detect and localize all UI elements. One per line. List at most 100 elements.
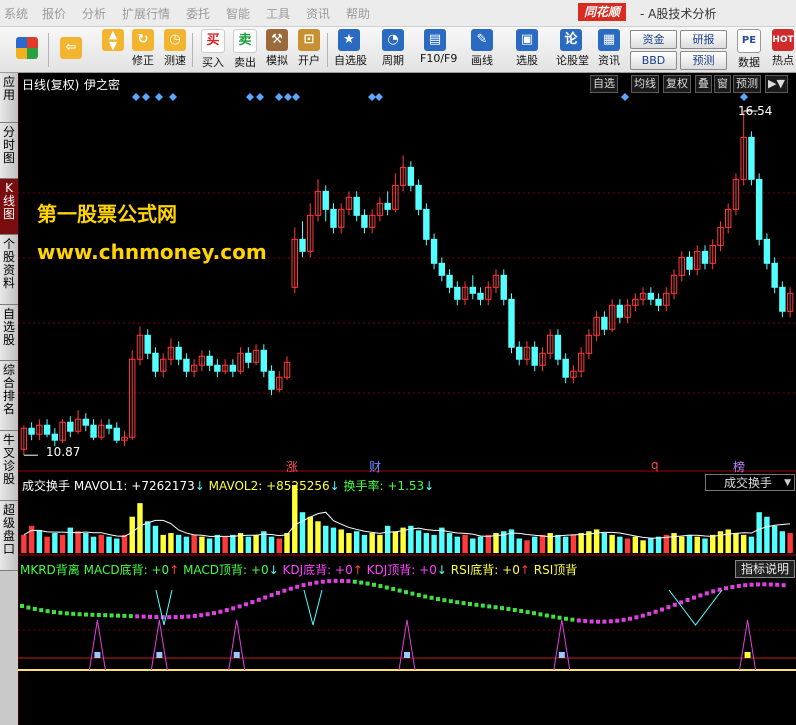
side-tab-diagnosis[interactable]: 牛叉诊股 [0, 431, 18, 501]
menu-help[interactable]: 帮助 [346, 5, 370, 22]
candle-body [438, 262, 446, 276]
oscillator-dot [308, 581, 312, 586]
watchlist-button[interactable]: ★ 自选股 [334, 29, 367, 69]
signal-diamond [246, 93, 254, 101]
data-button[interactable]: PE 数据 [734, 29, 764, 69]
volume-bar [632, 536, 639, 553]
moving-average-button[interactable]: 均线 [631, 75, 659, 93]
side-tab-kline[interactable]: K线图 [0, 179, 18, 235]
kline-chart-area[interactable] [18, 73, 796, 725]
menu-quote[interactable]: 报价 [42, 5, 66, 22]
volume-bar [725, 529, 731, 553]
draw-line-button[interactable]: ✎ 画线 [467, 29, 497, 69]
signal-diamond [142, 93, 150, 101]
forecast-button[interactable]: 预测 [680, 51, 727, 70]
volume-bar [748, 536, 755, 553]
f10-button[interactable]: ▤ F10/F9 [420, 29, 457, 69]
oscillator-dot [135, 614, 140, 619]
event-triangle [553, 619, 571, 671]
menu-system[interactable]: 系统 [4, 5, 28, 22]
indicator-name: MKRD背离 [20, 563, 80, 577]
oscillator-dot [525, 610, 530, 615]
menu-news[interactable]: 资讯 [306, 5, 330, 22]
forum-button[interactable]: 论 论股堂 [556, 29, 589, 69]
candle-body [384, 202, 391, 210]
window-button[interactable]: 窗 [714, 75, 731, 93]
volume-bar [694, 536, 700, 553]
candle-body [260, 349, 268, 372]
side-tab-watchlist[interactable]: 自选股 [0, 305, 18, 361]
oscillator-dot [26, 605, 31, 610]
simulate-button[interactable]: ⚒ 模拟 [262, 29, 292, 69]
period-button[interactable]: ◔ 周期 [378, 29, 408, 69]
back-arrow-icon: ⇦ [60, 37, 82, 59]
candle-body [299, 238, 306, 252]
candle-body [616, 304, 624, 318]
indicator-explain-button[interactable]: 指标说明 [735, 560, 795, 578]
oscillator-dot [391, 587, 396, 592]
side-tab-intraday[interactable]: 分时图 [0, 123, 18, 179]
clock-cycle-icon: ◔ [382, 29, 404, 51]
oscillator-dot [711, 589, 716, 594]
menu-order[interactable]: 委托 [186, 5, 210, 22]
signal-diamond [368, 93, 376, 101]
candle-body [43, 424, 51, 435]
forecast-toggle-button[interactable]: 预测 [733, 75, 761, 93]
menu-tools[interactable]: 工具 [266, 5, 290, 22]
volume-bar [52, 533, 58, 553]
side-tab-stock-info[interactable]: 个股资料 [0, 235, 18, 305]
adjust-button[interactable]: 复权 [663, 75, 691, 93]
speed-test-label: 测速 [164, 54, 186, 67]
research-button[interactable]: 研报 [680, 30, 727, 49]
volume-bar [415, 530, 422, 553]
volume-header: 成交换手 MAVOL1: +7262173↓ MAVOL2: +8525256↓… [22, 477, 434, 494]
hot-button[interactable]: HOT 热点 [768, 29, 796, 69]
speed-test-button[interactable]: ◷ 测速 [160, 29, 190, 69]
event-label-ranking[interactable]: 榜 [733, 458, 745, 475]
oscillator-dot [192, 613, 197, 618]
oscillator-dot [77, 612, 82, 617]
event-label-limit-up[interactable]: 涨 [286, 458, 298, 475]
oscillator-dot [621, 617, 626, 622]
open-account-button[interactable]: ⊡ 开户 [294, 29, 324, 69]
side-tab-ranking[interactable]: 综合排名 [0, 361, 18, 431]
news-button[interactable]: ▦ 资讯 [594, 29, 624, 69]
oscillator-dot [244, 602, 248, 607]
back-button[interactable]: ⇦ [56, 29, 86, 69]
sell-button[interactable]: 卖 卖出 [230, 29, 260, 69]
oscillator-dot [660, 607, 664, 612]
bbd-button[interactable]: BBD [630, 51, 677, 70]
volume-bar [330, 527, 337, 553]
candle-body [330, 208, 337, 228]
oscillator-dot [762, 582, 767, 587]
volume-bar [524, 540, 530, 553]
volume-indicator-dropdown[interactable]: 成交换手 ▼ [705, 474, 795, 491]
capital-button[interactable]: 资金 [630, 30, 677, 49]
event-label-q[interactable]: q [651, 458, 659, 472]
more-chevron-icon[interactable]: ▶▼ [765, 75, 788, 93]
event-label-finance[interactable]: 财 [369, 458, 381, 475]
candle-body [701, 250, 709, 264]
volume-bar [477, 536, 484, 553]
overlay-button[interactable]: 叠 [695, 75, 712, 93]
windows-grid-button[interactable] [12, 29, 42, 69]
candle-body [647, 292, 655, 300]
candle-body [144, 334, 151, 354]
menu-extended-market[interactable]: 扩展行情 [122, 5, 170, 22]
volume-bar [764, 516, 770, 553]
watchlist-toggle-button[interactable]: 自选 [590, 75, 618, 93]
menu-smart[interactable]: 智能 [226, 5, 250, 22]
volume-bar [740, 534, 747, 553]
menu-analysis[interactable]: 分析 [82, 5, 106, 22]
volume-bar [98, 534, 104, 553]
volume-bar [175, 534, 182, 553]
side-tab-apps[interactable]: 应用 [0, 73, 18, 123]
fix-button[interactable]: ↻ 修正 [128, 29, 158, 69]
side-tab-order-book[interactable]: 超级盘口 [0, 501, 18, 571]
oscillator-dot [551, 614, 556, 619]
page-up-down-button[interactable]: ▲ ▼ [98, 29, 128, 69]
candle-body [477, 292, 484, 300]
volume-bar [601, 533, 608, 553]
buy-button[interactable]: 买 买入 [198, 29, 228, 69]
stock-picker-button[interactable]: ▣ 选股 [512, 29, 542, 69]
